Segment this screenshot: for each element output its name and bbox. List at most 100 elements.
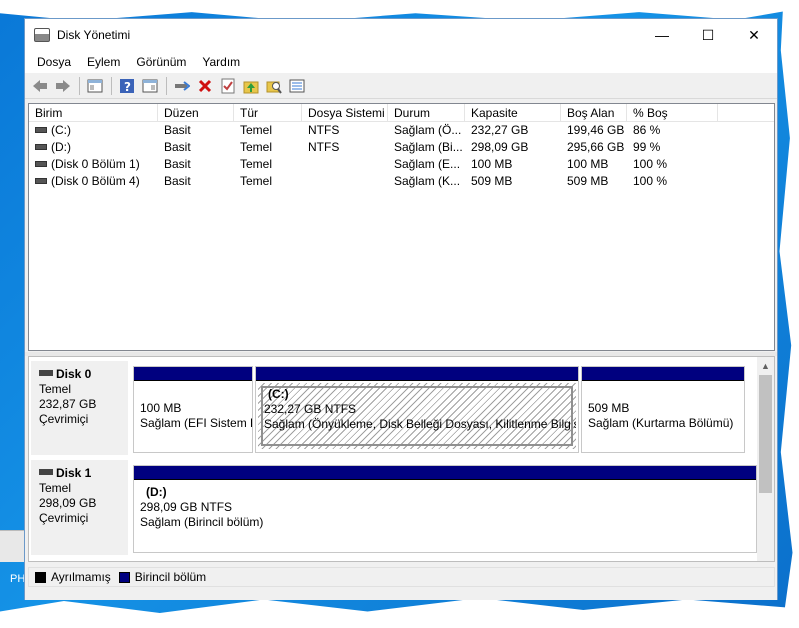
forward-arrow-icon[interactable] xyxy=(52,75,74,97)
column-header-type[interactable]: Tür xyxy=(234,104,302,121)
column-header-file-system[interactable]: Dosya Sistemi xyxy=(302,104,388,121)
title-bar[interactable]: Disk Yönetimi — ☐ ✕ xyxy=(25,19,777,51)
column-header-status[interactable]: Durum xyxy=(388,104,465,121)
table-cell: Temel xyxy=(240,140,273,154)
disk-1-label[interactable]: Disk 1 Temel 298,09 GB Çevrimiçi xyxy=(31,460,129,555)
legend-primary-partition: Birincil bölüm xyxy=(134,570,207,584)
disk-status: Çevrimiçi xyxy=(39,511,89,525)
list-view-icon[interactable] xyxy=(286,75,308,97)
disk-0-label[interactable]: Disk 0 Temel 232,87 GB Çevrimiçi xyxy=(31,361,129,455)
properties-icon[interactable] xyxy=(139,75,161,97)
minimize-button[interactable]: — xyxy=(639,19,685,51)
table-cell: Temel xyxy=(240,157,273,171)
drive-icon xyxy=(35,160,47,167)
partition-status: Sağlam (Önyükleme, Disk Belleği Dosyası,… xyxy=(264,417,576,431)
partition-efi[interactable]: 100 MB Sağlam (EFI Sistem Bölümü) xyxy=(133,366,253,453)
table-cell: Basit xyxy=(164,174,191,188)
table-row[interactable]: (Disk 0 Bölüm 4) Basit Temel Sağlam (K..… xyxy=(29,173,774,190)
partition-type-bar xyxy=(582,367,744,381)
disk-icon xyxy=(39,369,53,376)
scroll-up-icon[interactable]: ▲ xyxy=(757,357,774,374)
table-cell: Basit xyxy=(164,140,191,154)
vertical-scrollbar[interactable]: ▲ xyxy=(757,357,774,561)
disk-icon xyxy=(39,468,53,475)
show-hide-tree-icon[interactable] xyxy=(84,75,106,97)
background-window-fragment xyxy=(0,530,24,562)
table-cell xyxy=(302,173,388,190)
menu-help[interactable]: Yardım xyxy=(194,55,248,69)
column-header-volume[interactable]: Birim xyxy=(29,104,158,121)
search-folder-icon[interactable] xyxy=(263,75,285,97)
table-cell: 199,46 GB xyxy=(567,123,625,137)
partition-size: 509 MB xyxy=(588,401,630,415)
back-arrow-icon[interactable] xyxy=(29,75,51,97)
legend-unallocated: Ayrılmamış xyxy=(51,570,111,584)
legend: Ayrılmamış Birincil bölüm xyxy=(28,567,775,587)
table-cell: NTFS xyxy=(308,140,340,154)
connect-icon[interactable] xyxy=(171,75,193,97)
help-icon[interactable]: ? xyxy=(116,75,138,97)
table-cell: Basit xyxy=(164,123,191,137)
drive-icon xyxy=(35,143,47,150)
table-cell: Sağlam (Bi... xyxy=(394,140,463,154)
table-cell: Temel xyxy=(240,174,273,188)
disk-graphical-view: Disk 0 Temel 232,87 GB Çevrimiçi 100 MB … xyxy=(28,356,775,562)
menu-file[interactable]: Dosya xyxy=(29,55,79,69)
table-cell: 99 % xyxy=(633,140,661,154)
column-header-free-space[interactable]: Boş Alan xyxy=(561,104,627,121)
partition-c[interactable]: (C:) 232,27 GB NTFS Sağlam (Önyükleme, D… xyxy=(255,366,579,453)
partition-recovery[interactable]: 509 MB Sağlam (Kurtarma Bölümü) xyxy=(581,366,745,453)
table-cell: Sağlam (E... xyxy=(394,157,461,171)
volume-name: (Disk 0 Bölüm 1) xyxy=(51,157,140,171)
up-folder-icon[interactable] xyxy=(240,75,262,97)
unallocated-swatch xyxy=(35,571,46,583)
toolbar-separator xyxy=(166,76,167,95)
volume-list-header: Birim Düzen Tür Dosya Sistemi Durum Kapa… xyxy=(29,104,774,122)
delete-icon[interactable] xyxy=(194,75,216,97)
partition-type-bar xyxy=(134,466,756,480)
table-cell: 509 MB xyxy=(567,174,609,188)
status-bar xyxy=(25,588,777,600)
disk-management-app-icon xyxy=(34,28,50,42)
table-cell: 100 % xyxy=(633,174,668,188)
column-header-percent-free[interactable]: % Boş xyxy=(627,104,718,121)
menu-view[interactable]: Görünüm xyxy=(128,55,194,69)
table-row[interactable]: (Disk 0 Bölüm 1) Basit Temel Sağlam (E..… xyxy=(29,156,774,173)
table-cell: 86 % xyxy=(633,123,661,137)
column-header-layout[interactable]: Düzen xyxy=(158,104,234,121)
menu-action[interactable]: Eylem xyxy=(79,55,128,69)
disk-type: Temel xyxy=(39,382,72,396)
table-cell: Basit xyxy=(164,157,191,171)
column-header-capacity[interactable]: Kapasite xyxy=(465,104,561,121)
toolbar-separator xyxy=(79,76,80,95)
table-cell: 298,09 GB xyxy=(471,140,529,154)
partition-size: 232,27 GB NTFS xyxy=(264,402,357,416)
disk-name: Disk 1 xyxy=(56,466,92,480)
disk-0-row: Disk 0 Temel 232,87 GB Çevrimiçi 100 MB … xyxy=(29,361,759,455)
toolbar-separator xyxy=(111,76,112,95)
partition-status: Sağlam (EFI Sistem Bölümü) xyxy=(140,416,252,430)
close-button[interactable]: ✕ xyxy=(731,19,777,51)
partition-size: 100 MB xyxy=(140,401,182,415)
table-cell: 509 MB xyxy=(471,174,513,188)
table-row[interactable]: (C:) Basit Temel NTFS Sağlam (Ö... 232,2… xyxy=(29,122,774,139)
table-cell: 295,66 GB xyxy=(567,140,625,154)
disk-type: Temel xyxy=(39,481,72,495)
disk-size: 232,87 GB xyxy=(39,397,97,411)
partition-label: (C:) xyxy=(268,387,289,401)
partition-type-bar xyxy=(134,367,252,381)
table-cell: 100 % xyxy=(633,157,668,171)
table-row[interactable]: (D:) Basit Temel NTFS Sağlam (Bi... 298,… xyxy=(29,139,774,156)
partition-label: (D:) xyxy=(146,485,167,499)
toolbar: ? xyxy=(25,73,777,99)
volume-name: (D:) xyxy=(51,140,71,154)
maximize-button[interactable]: ☐ xyxy=(685,19,731,51)
table-cell: Sağlam (Ö... xyxy=(394,123,462,137)
check-icon[interactable] xyxy=(217,75,239,97)
partition-status: Sağlam (Kurtarma Bölümü) xyxy=(588,416,734,430)
scrollbar-thumb[interactable] xyxy=(759,375,772,493)
partition-size: 298,09 GB NTFS xyxy=(140,500,233,514)
partition-d[interactable]: (D:) 298,09 GB NTFS Sağlam (Birincil böl… xyxy=(133,465,757,553)
partition-status: Sağlam (Birincil bölüm) xyxy=(140,515,264,529)
table-cell: 232,27 GB xyxy=(471,123,529,137)
